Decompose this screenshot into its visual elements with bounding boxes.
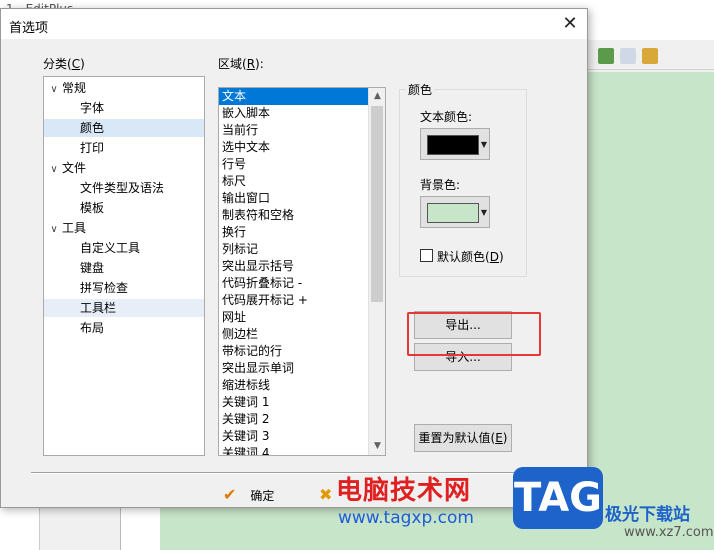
area-list[interactable]: 文本 嵌入脚本 当前行 选中文本 行号 标尺 输出窗口 制表符和空格 换行 列标记 突出显示括号 代码… — [218, 87, 386, 456]
tree-item-print[interactable]: 打印 — [80, 139, 104, 157]
watermark-tag-logo: TAG — [513, 467, 603, 529]
area-list-item[interactable]: 代码折叠标记 - — [219, 275, 385, 292]
bg-color-swatch — [427, 203, 479, 223]
scroll-thumb[interactable] — [371, 106, 383, 302]
chevron-down-icon[interactable]: ∨ — [46, 81, 62, 99]
area-list-scrollbar[interactable]: ▲ ▼ — [368, 88, 385, 455]
area-list-item[interactable]: 网址 — [219, 309, 385, 326]
area-list-item[interactable]: 关键词 2 — [219, 411, 385, 428]
reset-default-button[interactable]: 重置为默认值(E) — [414, 424, 512, 452]
cancel-button[interactable]: ✖ — [319, 481, 332, 509]
area-list-item[interactable]: 侧边栏 — [219, 326, 385, 343]
tree-item-tools[interactable]: ∨ 工具 — [46, 219, 86, 237]
area-label: 区域(R): — [218, 57, 264, 71]
tree-item-file-types[interactable]: 文件类型及语法 — [80, 179, 164, 197]
tree-item-layout[interactable]: 布局 — [80, 319, 104, 337]
area-list-item[interactable]: 关键词 3 — [219, 428, 385, 445]
scroll-down-icon[interactable]: ▼ — [369, 438, 385, 455]
scroll-up-icon[interactable]: ▲ — [369, 88, 385, 105]
tree-item-font[interactable]: 字体 — [80, 99, 104, 117]
area-list-item[interactable]: 代码展开标记 + — [219, 292, 385, 309]
tree-item-template[interactable]: 模板 — [80, 199, 104, 217]
toolbar-icon[interactable] — [598, 48, 614, 64]
close-icon[interactable]: ✕ — [557, 12, 583, 36]
area-list-item[interactable]: 制表符和空格 — [219, 207, 385, 224]
tree-item-file[interactable]: ∨ 文件 — [46, 159, 86, 177]
checkmark-icon: ✔ — [223, 485, 237, 504]
area-list-item[interactable]: 缩进标线 — [219, 377, 385, 394]
chevron-down-icon[interactable]: ∨ — [46, 221, 62, 239]
toolbar-icon[interactable] — [642, 48, 658, 64]
color-group: 颜色 文本颜色: ▼ 背景色: ▼ 默认颜色(D) — [399, 81, 527, 277]
text-color-swatch — [427, 135, 479, 155]
color-group-title: 颜色 — [406, 81, 435, 98]
area-list-item[interactable]: 当前行 — [219, 122, 385, 139]
bg-color-label: 背景色: — [420, 178, 461, 192]
area-list-item[interactable]: 文本 — [219, 88, 385, 105]
area-list-item[interactable]: 列标记 — [219, 241, 385, 258]
dropdown-arrow-icon: ▼ — [480, 140, 487, 149]
area-list-item[interactable]: 标尺 — [219, 173, 385, 190]
tree-item-keyboard[interactable]: 键盘 — [80, 259, 104, 277]
cancel-icon: ✖ — [319, 485, 333, 504]
dropdown-arrow-icon: ▼ — [480, 208, 487, 217]
area-list-item[interactable]: 带标记的行 — [219, 343, 385, 360]
tree-item-toolbar[interactable]: 工具栏 — [44, 299, 204, 317]
tree-item-user-tools[interactable]: 自定义工具 — [80, 239, 140, 257]
tree-item-spell-check[interactable]: 拼写检查 — [80, 279, 128, 297]
watermark-site: 极光下载站 — [605, 505, 690, 525]
bg-color-picker[interactable]: ▼ — [420, 196, 490, 228]
category-tree[interactable]: ∨ 常规 字体 颜色 打印 ∨ 文件 文件类型及语法 模板 ∨ 工具 自定义工具 键盘… — [43, 76, 205, 456]
area-list-item[interactable]: 突出显示括号 — [219, 258, 385, 275]
chevron-down-icon[interactable]: ∨ — [46, 161, 62, 179]
watermark-url: www.tagxp.com — [338, 508, 474, 528]
background-editor-green — [584, 72, 714, 550]
watermark-site-url: www.xz7.com — [624, 525, 714, 540]
dialog-titlebar: 首选项 ✕ — [1, 9, 587, 39]
area-list-item[interactable]: 嵌入脚本 — [219, 105, 385, 122]
area-list-item[interactable]: 选中文本 — [219, 139, 385, 156]
default-color-label: 默认颜色(D) — [437, 250, 504, 264]
ok-button[interactable]: ✔ 确定 — [223, 481, 274, 509]
area-list-item[interactable]: 突出显示单词 — [219, 360, 385, 377]
text-color-picker[interactable]: ▼ — [420, 128, 490, 160]
area-list-item[interactable]: 关键词 4 — [219, 445, 385, 455]
area-list-item[interactable]: 换行 — [219, 224, 385, 241]
category-label: 分类(C) — [43, 57, 85, 71]
export-highlight-box — [407, 312, 541, 356]
tree-item-color[interactable]: 颜色 — [44, 119, 204, 137]
watermark-text: 电脑技术网 — [336, 476, 472, 506]
area-list-item[interactable]: 关键词 1 — [219, 394, 385, 411]
dialog-title: 首选项 — [9, 21, 49, 36]
area-list-item[interactable]: 行号 — [219, 156, 385, 173]
help-cursor-icon[interactable] — [620, 48, 636, 64]
default-color-checkbox[interactable] — [420, 249, 433, 262]
text-color-label: 文本颜色: — [420, 110, 473, 124]
dialog-separator — [31, 472, 577, 474]
preferences-dialog: 首选项 ✕ 分类(C) 区域(R): ∨ 常规 字体 颜色 打印 ∨ 文件 文件类型… — [0, 8, 588, 508]
area-list-item[interactable]: 输出窗口 — [219, 190, 385, 207]
tree-item-regular[interactable]: ∨ 常规 — [46, 79, 202, 97]
